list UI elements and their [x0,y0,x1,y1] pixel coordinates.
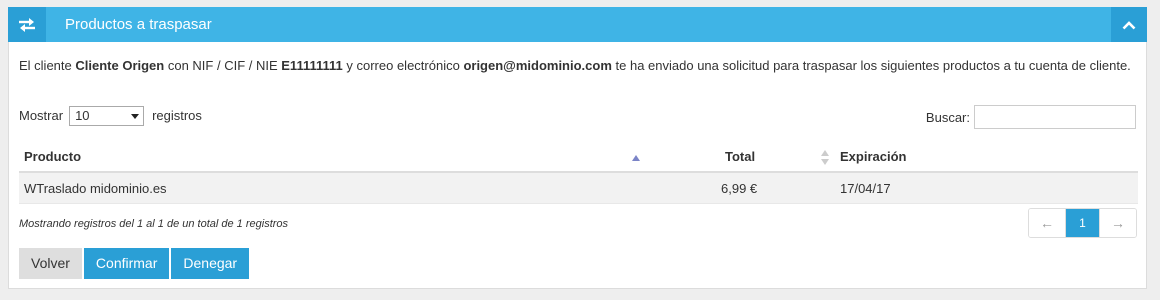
client-nif: E11111111 [281,58,343,73]
client-email: origen@midominio.com [463,58,612,73]
panel-header: Productos a traspasar [8,7,1147,42]
column-total[interactable]: Total [725,149,755,164]
search-label: Buscar: [925,109,970,125]
table-header: Producto Total Expiración [19,143,1138,173]
search-input[interactable] [974,105,1136,129]
pagination: ← 1 → [1028,208,1137,238]
page-length-select[interactable]: 10 [69,106,145,126]
request-description: El cliente Cliente Origen con NIF / CIF … [19,58,1131,73]
dropdown-caret-icon [131,114,140,119]
deny-button[interactable]: Denegar [171,248,250,279]
column-expiracion[interactable]: Expiración [840,149,906,164]
transfer-panel: Productos a traspasar El cliente Cliente… [8,7,1147,289]
next-page-button[interactable]: → [1099,209,1136,237]
client-name: Cliente Origen [75,58,165,73]
table-info: Mostrando registros del 1 al 1 de un tot… [19,218,289,230]
chevron-up-icon [1122,20,1136,29]
sort-both-icon [821,150,829,165]
sort-asc-icon [632,155,640,161]
search-filter: Buscar: [926,105,1136,129]
cell-producto: WTraslado midominio.es [24,181,167,196]
action-buttons: Volver Confirmar Denegar [19,248,250,279]
length-label-after: registros [152,108,202,123]
panel-title: Productos a traspasar [65,16,212,33]
cell-expiracion: 17/04/17 [840,181,891,196]
back-button[interactable]: Volver [19,248,82,279]
length-menu: Mostrar 10 registros [19,106,202,126]
confirm-button[interactable]: Confirmar [83,248,170,279]
length-label-before: Mostrar [19,108,64,123]
collapse-button[interactable] [1111,7,1147,42]
prev-page-button[interactable]: ← [1029,209,1065,237]
products-table: Producto Total Expiración WTraslado mido… [19,143,1138,204]
transfer-arrows-icon [8,7,46,42]
page-1-button[interactable]: 1 [1065,209,1099,237]
table-row: WTraslado midominio.es 6,99 € 17/04/17 [19,173,1138,204]
cell-total: 6,99 € [721,181,758,196]
column-producto[interactable]: Producto [24,149,81,164]
